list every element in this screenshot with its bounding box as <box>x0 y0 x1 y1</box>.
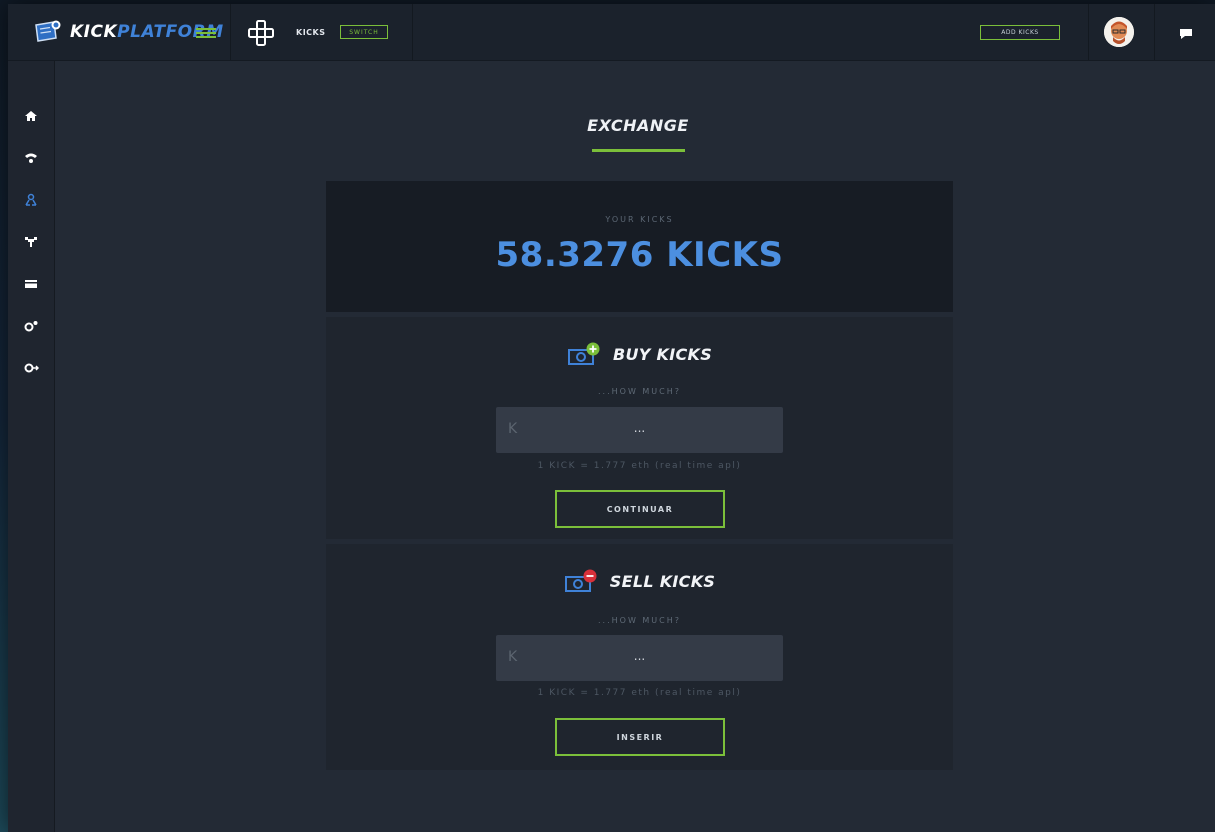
settings-icon[interactable] <box>23 318 39 332</box>
brand-logo[interactable]: KICKPLATFORM <box>32 18 224 46</box>
sell-how-much-label: ...HOW MUCH? <box>598 616 681 625</box>
desktop-background: KICKPLATFORM KICKS SWITCH ADD KICKS EXCH… <box>0 0 1215 832</box>
sell-kicks-title: SELL KICKS <box>609 571 716 591</box>
logout-icon[interactable] <box>23 360 40 374</box>
divider <box>412 4 413 60</box>
switch-button[interactable]: SWITCH <box>340 25 388 39</box>
balance-label: YOUR KICKS <box>605 215 674 224</box>
balance-value: 58.3276 KICKS <box>495 235 784 275</box>
buy-cash-icon <box>567 341 603 367</box>
sidebar <box>8 61 55 832</box>
buy-how-much-label: ...HOW MUCH? <box>598 387 681 396</box>
wallet-icon[interactable] <box>23 276 39 290</box>
avatar[interactable] <box>1104 17 1134 47</box>
exchange-icon[interactable] <box>23 192 39 206</box>
wifi-icon[interactable] <box>23 150 39 164</box>
divider <box>1154 4 1155 60</box>
top-bar: KICKPLATFORM KICKS SWITCH ADD KICKS <box>8 4 1215 61</box>
continue-button[interactable]: CONTINUAR <box>555 490 725 528</box>
sell-cash-icon <box>564 568 600 594</box>
tournament-icon[interactable] <box>23 234 39 248</box>
chat-icon[interactable] <box>1178 26 1194 40</box>
buy-kicks-title: BUY KICKS <box>612 344 713 364</box>
page-title: EXCHANGE <box>587 116 689 135</box>
buy-amount-input[interactable]: K ... <box>496 407 783 453</box>
buy-amount-value: ... <box>633 421 646 435</box>
home-icon[interactable] <box>23 108 39 122</box>
sell-amount-value: ... <box>633 649 646 663</box>
title-underline <box>592 149 685 152</box>
app-window: KICKPLATFORM KICKS SWITCH ADD KICKS EXCH… <box>8 4 1215 832</box>
gamepad-icon[interactable] <box>248 20 274 46</box>
logo-icon <box>32 19 62 45</box>
balance-panel: YOUR KICKS 58.3276 KICKS <box>326 181 953 312</box>
buy-rate-note: 1 KICK = 1.777 eth (real time apl) <box>537 461 742 471</box>
buy-kicks-panel: BUY KICKS ...HOW MUCH? K ... 1 KICK = 1.… <box>326 317 953 539</box>
kicks-tab[interactable]: KICKS <box>296 28 326 37</box>
insert-button[interactable]: INSERIR <box>555 718 725 756</box>
divider <box>230 4 231 60</box>
sell-rate-note: 1 KICK = 1.777 eth (real time apl) <box>537 688 742 698</box>
menu-icon[interactable] <box>196 28 216 38</box>
sell-amount-input[interactable]: K ... <box>496 635 783 681</box>
brand-name-part1: KICK <box>70 22 118 42</box>
sell-kicks-panel: SELL KICKS ...HOW MUCH? K ... 1 KICK = 1… <box>326 544 953 770</box>
add-kicks-button[interactable]: ADD KICKS <box>980 25 1060 40</box>
divider <box>1088 4 1089 60</box>
